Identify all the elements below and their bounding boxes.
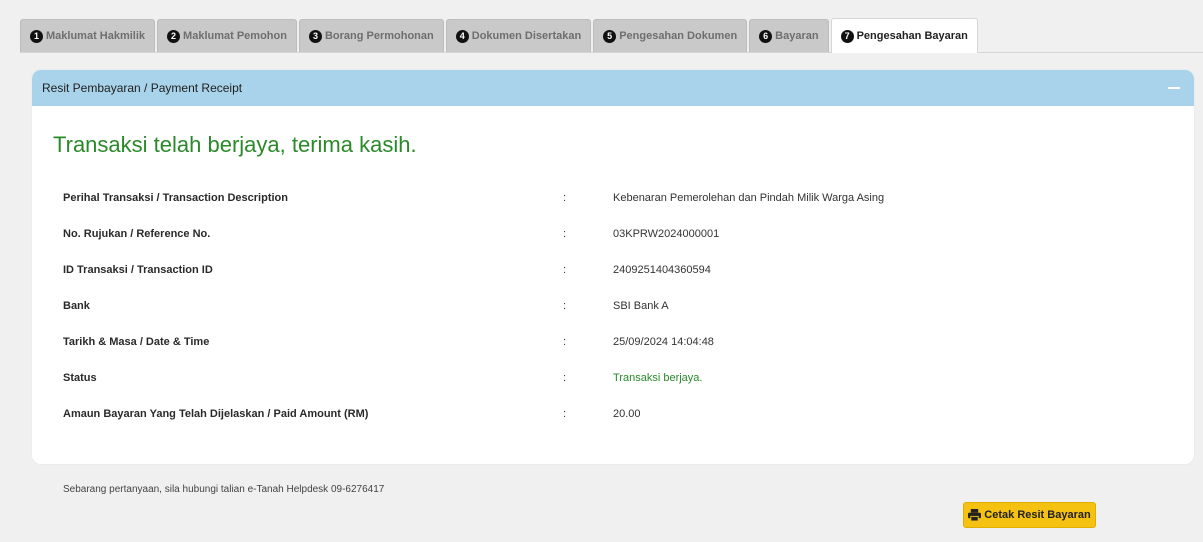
detail-row-datetime: Tarikh & Masa / Date & Time : 25/09/2024… [63, 324, 1163, 360]
step-tabs: 1 Maklumat Hakmilik 2 Maklumat Pemohon 3… [20, 18, 1203, 53]
minus-icon[interactable] [1168, 87, 1180, 89]
detail-value: SBI Bank A [613, 300, 669, 312]
print-button-label: Cetak Resit Bayaran [984, 509, 1091, 521]
panel-header: Resit Pembayaran / Payment Receipt [32, 70, 1194, 106]
success-message: Transaksi telah berjaya, terima kasih. [53, 132, 417, 157]
tab-pengesahan-dokumen[interactable]: 5 Pengesahan Dokumen [593, 19, 748, 52]
tab-label: Bayaran [775, 30, 819, 42]
print-receipt-button[interactable]: Cetak Resit Bayaran [963, 502, 1096, 528]
tab-maklumat-hakmilik[interactable]: 1 Maklumat Hakmilik [20, 19, 156, 52]
detail-row-reference: No. Rujukan / Reference No. : 03KPRW2024… [63, 216, 1163, 252]
step-number-icon: 7 [840, 29, 854, 43]
detail-separator: : [563, 408, 567, 420]
detail-label: Status [63, 372, 97, 384]
detail-separator: : [563, 372, 567, 384]
step-number-icon: 3 [308, 29, 322, 43]
step-number-icon: 2 [167, 29, 181, 43]
detail-separator: : [563, 228, 567, 240]
panel-title: Resit Pembayaran / Payment Receipt [42, 81, 243, 95]
tab-label: Borang Permohonan [324, 30, 434, 42]
detail-value: 2409251404360594 [613, 264, 711, 276]
detail-separator: : [563, 300, 567, 312]
step-number-icon: 1 [30, 29, 43, 43]
step-number-icon: 6 [759, 29, 773, 43]
detail-row-description: Perihal Transaksi / Transaction Descript… [63, 180, 1163, 216]
detail-row-status: Status : Transaksi berjaya. [63, 360, 1163, 396]
printer-icon [968, 509, 982, 521]
tab-label: Pengesahan Bayaran [856, 30, 968, 42]
tab-bayaran[interactable]: 6 Bayaran [749, 19, 829, 52]
tab-maklumat-pemohon[interactable]: 2 Maklumat Pemohon [157, 19, 297, 52]
detail-value: 03KPRW2024000001 [613, 228, 720, 240]
tab-borang-permohonan[interactable]: 3 Borang Permohonan [298, 19, 444, 52]
detail-label: ID Transaksi / Transaction ID [63, 264, 213, 276]
step-number-icon: 4 [455, 29, 469, 43]
tab-label: Pengesahan Dokumen [619, 30, 738, 42]
detail-label: Tarikh & Masa / Date & Time [63, 336, 210, 348]
detail-value: 20.00 [613, 408, 641, 420]
detail-value: Kebenaran Pemerolehan dan Pindah Milik W… [613, 192, 885, 204]
detail-label: Perihal Transaksi / Transaction Descript… [63, 192, 288, 204]
detail-separator: : [563, 264, 567, 276]
detail-value: 25/09/2024 14:04:48 [613, 336, 714, 348]
detail-label: Amaun Bayaran Yang Telah Dijelaskan / Pa… [63, 408, 369, 420]
tab-label: Maklumat Pemohon [183, 30, 287, 42]
receipt-details: Perihal Transaksi / Transaction Descript… [63, 180, 1163, 432]
detail-separator: : [563, 192, 567, 204]
tab-label: Maklumat Hakmilik [46, 30, 146, 42]
step-number-icon: 5 [603, 29, 617, 43]
tab-pengesahan-bayaran[interactable]: 7 Pengesahan Bayaran [830, 18, 978, 53]
detail-label: No. Rujukan / Reference No. [63, 228, 211, 240]
tab-label: Dokumen Disertakan [471, 30, 582, 42]
payment-receipt-panel: Resit Pembayaran / Payment Receipt Trans… [32, 70, 1194, 464]
status-value: Transaksi berjaya. [613, 372, 703, 384]
detail-separator: : [563, 336, 567, 348]
detail-row-amount: Amaun Bayaran Yang Telah Dijelaskan / Pa… [63, 396, 1163, 432]
tab-dokumen-disertakan[interactable]: 4 Dokumen Disertakan [445, 19, 592, 52]
helpdesk-note: Sebarang pertanyaan, sila hubungi talian… [63, 484, 385, 495]
detail-row-bank: Bank : SBI Bank A [63, 288, 1163, 324]
detail-label: Bank [63, 300, 90, 312]
detail-row-transaction-id: ID Transaksi / Transaction ID : 24092514… [63, 252, 1163, 288]
